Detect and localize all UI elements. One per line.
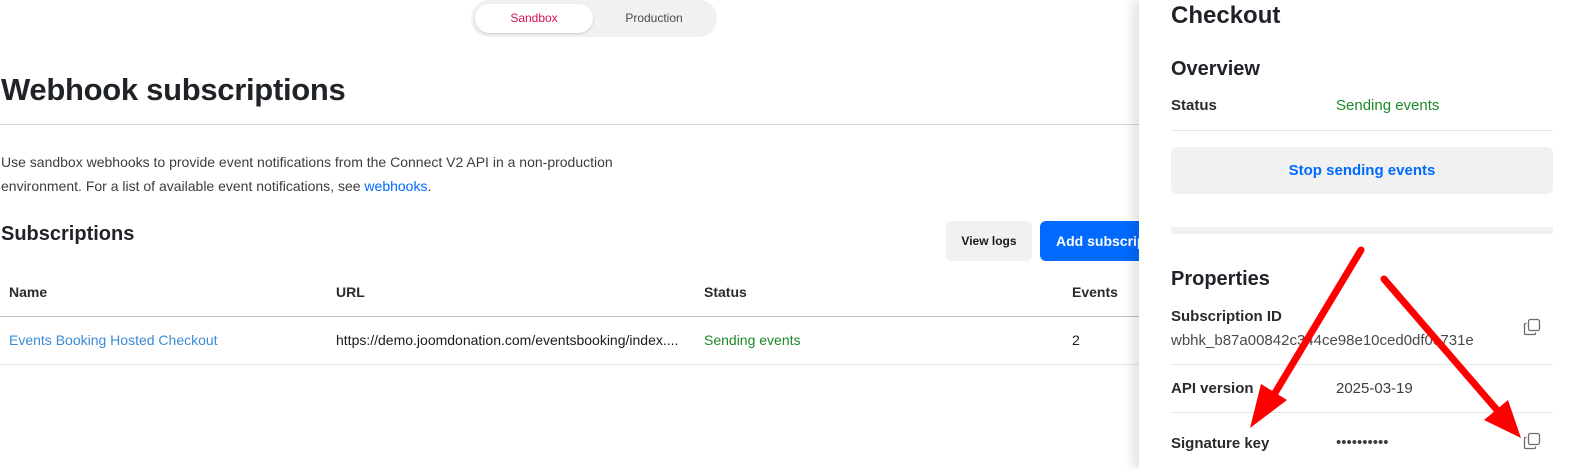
production-tab[interactable]: Production bbox=[595, 4, 713, 33]
table-row-divider bbox=[0, 364, 1140, 365]
signature-key-value: •••••••••• bbox=[1336, 434, 1389, 451]
api-version-divider bbox=[1171, 412, 1553, 413]
subscription-status: Sending events bbox=[704, 332, 801, 348]
description-suffix: . bbox=[427, 178, 432, 194]
subscription-id-divider bbox=[1171, 364, 1553, 365]
sandbox-tab[interactable]: Sandbox bbox=[475, 4, 593, 33]
signature-key-label: Signature key bbox=[1171, 435, 1270, 452]
overview-divider bbox=[1171, 130, 1553, 131]
stop-sending-events-button[interactable]: Stop sending events bbox=[1171, 147, 1553, 194]
webhooks-link[interactable]: webhooks bbox=[364, 178, 427, 194]
page-title: Webhook subscriptions bbox=[1, 72, 346, 107]
properties-heading: Properties bbox=[1171, 268, 1270, 290]
column-header-url[interactable]: URL bbox=[336, 284, 365, 300]
overview-heading: Overview bbox=[1171, 58, 1260, 80]
webhooks-page: Sandbox Production Webhook subscriptions… bbox=[0, 0, 1577, 469]
api-version-value: 2025-03-19 bbox=[1336, 380, 1413, 397]
subscription-url: https://demo.joomdonation.com/eventsbook… bbox=[336, 332, 679, 348]
subscription-name-link[interactable]: Events Booking Hosted Checkout bbox=[9, 332, 218, 348]
subscription-id-value: wbhk_b87a00842c344ce98e10ced0df0c731e bbox=[1171, 332, 1474, 349]
status-value: Sending events bbox=[1336, 97, 1440, 114]
api-version-label: API version bbox=[1171, 380, 1254, 397]
table-header-divider bbox=[0, 316, 1140, 317]
column-header-events[interactable]: Events bbox=[1072, 284, 1118, 300]
copy-icon[interactable] bbox=[1523, 432, 1541, 450]
copy-icon[interactable] bbox=[1523, 318, 1541, 336]
subscription-events-count: 2 bbox=[1072, 332, 1080, 348]
view-logs-button[interactable]: View logs bbox=[946, 221, 1032, 261]
title-divider bbox=[0, 124, 1140, 125]
panel-title: Checkout bbox=[1171, 2, 1281, 29]
page-description: Use sandbox webhooks to provide event no… bbox=[1, 150, 661, 198]
subscription-id-label: Subscription ID bbox=[1171, 308, 1282, 325]
column-header-status[interactable]: Status bbox=[704, 284, 747, 300]
column-header-name[interactable]: Name bbox=[9, 284, 47, 300]
description-text: Use sandbox webhooks to provide event no… bbox=[1, 154, 613, 194]
subscriptions-heading: Subscriptions bbox=[1, 223, 135, 245]
status-label: Status bbox=[1171, 97, 1217, 114]
subscription-detail-panel: Checkout Overview Status Sending events … bbox=[1139, 0, 1577, 469]
section-separator bbox=[1171, 227, 1553, 234]
environment-toggle: Sandbox Production bbox=[471, 0, 717, 37]
